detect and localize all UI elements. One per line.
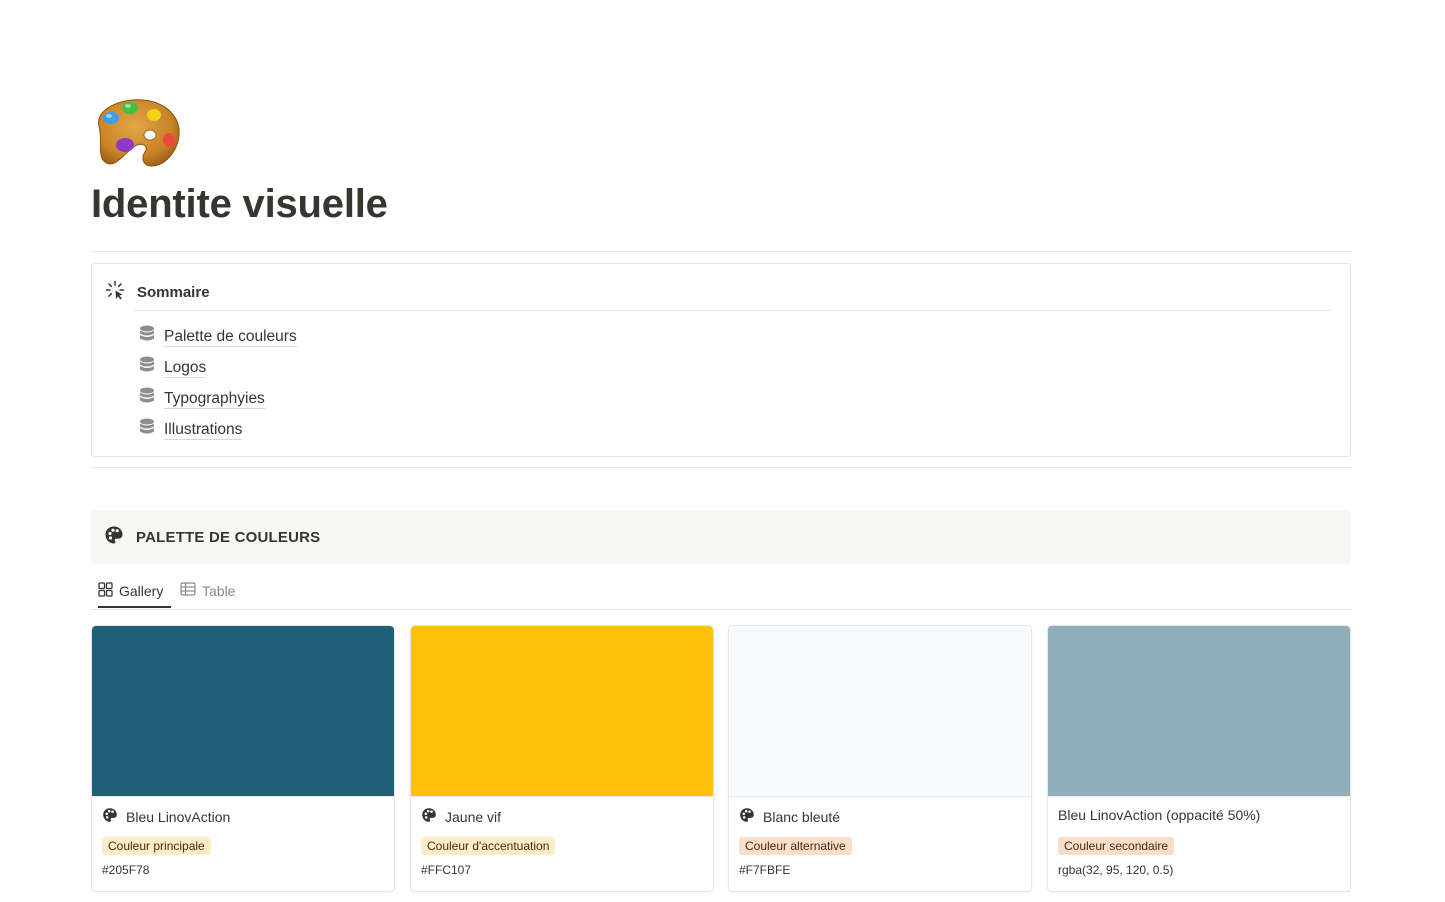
divider	[91, 467, 1351, 468]
summary-link-label: Typographyies	[164, 389, 265, 409]
tab-label: Table	[202, 582, 236, 599]
palette-icon	[739, 807, 755, 826]
summary-callout: Sommaire Palette de couleurs Logos Typog…	[91, 263, 1351, 457]
color-type-tag: Couleur principale	[102, 837, 211, 855]
palette-section-header: PALETTE DE COULEURS	[91, 510, 1351, 564]
card-title: Blanc bleuté	[739, 807, 840, 826]
database-icon	[139, 387, 155, 410]
card-title: Bleu LinovAction (oppacité 50%)	[1058, 807, 1260, 823]
card-title: Jaune vif	[421, 807, 501, 826]
color-value: rgba(32, 95, 120, 0.5)	[1058, 863, 1174, 877]
tab-table[interactable]: Table	[180, 574, 235, 607]
color-card[interactable]: Bleu LinovAction (oppacité 50%) Couleur …	[1047, 625, 1351, 892]
summary-link-logos[interactable]: Logos	[139, 352, 297, 383]
card-title: Bleu LinovAction	[102, 807, 230, 826]
summary-list: Palette de couleurs Logos Typographyies …	[139, 321, 297, 445]
table-icon	[180, 582, 196, 599]
color-gallery: Bleu LinovAction Couleur principale #205…	[91, 625, 1351, 892]
color-card[interactable]: Bleu LinovAction Couleur principale #205…	[91, 625, 395, 892]
card-name: Jaune vif	[445, 808, 502, 825]
color-swatch	[411, 626, 713, 797]
tab-gallery[interactable]: Gallery	[98, 574, 172, 608]
color-type-tag: Couleur alternative	[739, 837, 852, 855]
summary-header: Sommaire	[105, 280, 210, 305]
palette-icon	[102, 807, 118, 826]
color-card[interactable]: Blanc bleuté Couleur alternative #F7FBFE	[728, 625, 1032, 892]
color-swatch	[92, 626, 394, 797]
color-value: #205F78	[102, 863, 150, 877]
palette-section-title: PALETTE DE COULEURS	[136, 528, 321, 546]
gallery-grid-icon	[98, 581, 113, 600]
database-icon	[139, 356, 155, 379]
summary-link-label: Illustrations	[164, 420, 243, 440]
summary-link-illustrations[interactable]: Illustrations	[139, 414, 297, 445]
artist-palette-icon[interactable]	[91, 96, 183, 172]
color-type-tag: Couleur d'accentuation	[421, 837, 556, 855]
color-card[interactable]: Jaune vif Couleur d'accentuation #FFC107	[410, 625, 714, 892]
tab-label: Gallery	[119, 582, 164, 599]
summary-link-label: Palette de couleurs	[164, 327, 297, 347]
loading-sparkle-icon[interactable]	[105, 280, 125, 305]
database-icon	[139, 325, 155, 348]
database-icon	[139, 418, 155, 441]
color-swatch	[1048, 626, 1350, 797]
view-tabs: Gallery Table	[91, 574, 1351, 610]
summary-link-label: Logos	[164, 358, 207, 378]
page-title[interactable]: Identite visuelle	[91, 182, 388, 227]
palette-icon	[421, 807, 437, 826]
divider	[134, 310, 1332, 311]
summary-link-typographies[interactable]: Typographyies	[139, 383, 297, 414]
color-value: #FFC107	[421, 863, 472, 877]
card-name: Bleu LinovAction	[126, 808, 231, 825]
summary-label: Sommaire	[137, 283, 210, 301]
palette-icon[interactable]	[104, 525, 124, 550]
card-name: Blanc bleuté	[763, 808, 841, 825]
color-value: #F7FBFE	[739, 863, 791, 877]
color-type-tag: Couleur secondaire	[1058, 837, 1175, 855]
divider	[91, 251, 1351, 252]
color-swatch	[729, 626, 1031, 797]
card-name: Bleu LinovAction (oppacité 50%)	[1058, 807, 1261, 823]
summary-link-palette[interactable]: Palette de couleurs	[139, 321, 297, 352]
